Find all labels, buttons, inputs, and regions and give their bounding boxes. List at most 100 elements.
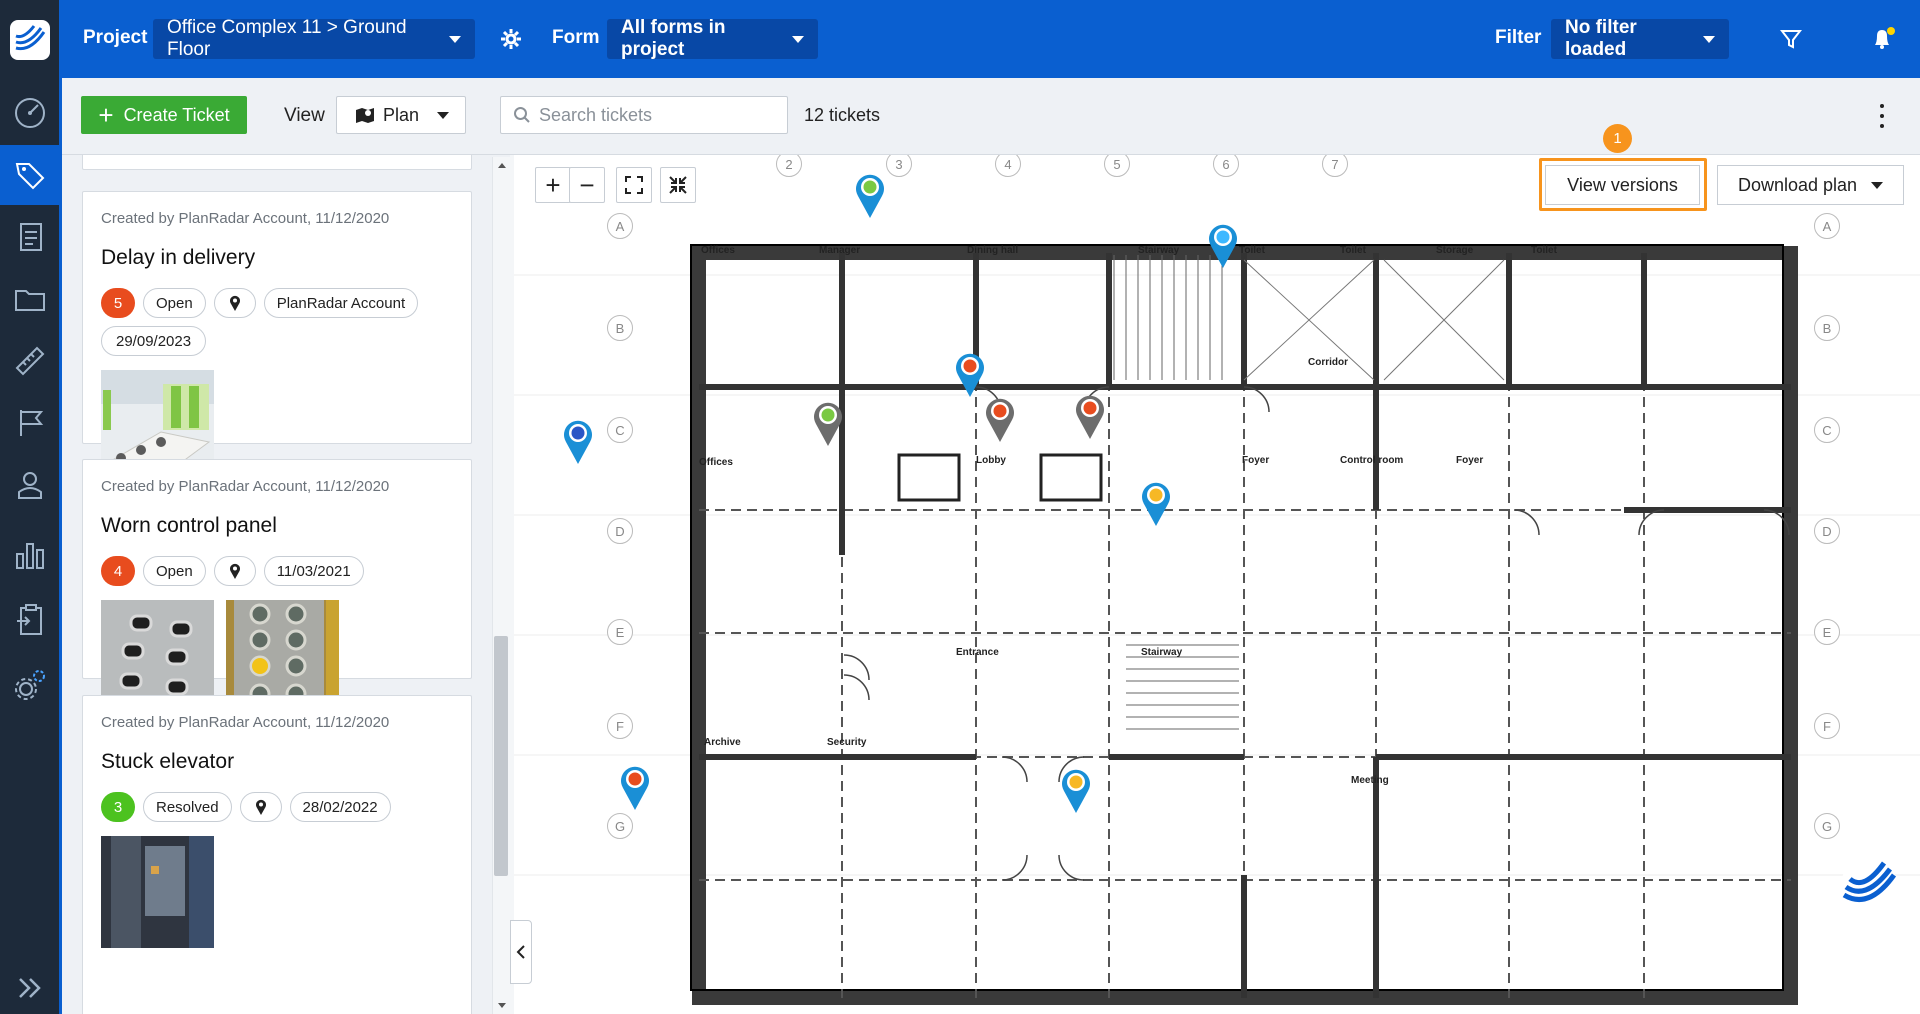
form-value: All forms in project — [621, 17, 726, 60]
clipboard-icon[interactable] — [0, 590, 59, 650]
list-scrollbar-track[interactable] — [492, 157, 510, 1014]
view-selector[interactable]: Plan — [336, 96, 466, 134]
plan-view[interactable]: + − View versions Download plan AABBCCDD… — [514, 155, 1920, 1014]
ticket-title: Stuck elevator — [101, 750, 235, 773]
ticket-card[interactable]: Created by PlanRadar Account, 11/12/2020… — [82, 191, 472, 482]
ticket-pin-icon[interactable] — [1207, 222, 1239, 268]
ticket-pin-icon[interactable] — [1060, 767, 1092, 813]
axis-row-label: E — [1814, 619, 1840, 645]
axis-row-label: C — [607, 417, 633, 443]
ticket-pin-icon[interactable] — [562, 418, 594, 464]
status-badge: Resolved — [143, 792, 232, 822]
tickets-icon[interactable] — [0, 145, 59, 205]
list-scrollbar-thumb[interactable] — [494, 636, 508, 876]
project-label: Project — [83, 27, 148, 48]
axis-row-label: G — [1814, 813, 1840, 839]
user-icon[interactable] — [0, 455, 59, 515]
axis-row-label: D — [607, 518, 633, 544]
room-label: Archive — [704, 737, 741, 748]
dashboard-icon[interactable] — [0, 83, 59, 143]
forms-icon[interactable] — [0, 207, 59, 267]
collapse-list-button[interactable] — [510, 920, 532, 984]
statistics-icon[interactable] — [0, 525, 59, 585]
bell-icon[interactable] — [1870, 26, 1898, 52]
map-icon — [355, 106, 375, 124]
pin-icon[interactable] — [213, 556, 256, 586]
ticket-pin-icon[interactable] — [954, 351, 986, 397]
chevron-down-icon — [437, 111, 450, 119]
download-plan-label: Download plan — [1737, 174, 1858, 195]
room-label: Foyer — [1242, 455, 1270, 466]
measure-icon[interactable] — [0, 331, 59, 391]
step-number-badge: 1 — [1603, 124, 1632, 153]
ticket-pin-icon[interactable] — [1140, 480, 1172, 526]
form-selector[interactable]: All forms in project — [607, 17, 818, 60]
assignee-chip: PlanRadar Account — [263, 288, 419, 318]
filter-value: No filter loaded — [1565, 17, 1637, 60]
expand-sidebar-icon[interactable] — [0, 958, 59, 1014]
room-label: Entrance — [956, 647, 999, 658]
settings-icon[interactable] — [0, 655, 59, 715]
room-label: Stairway — [1138, 245, 1180, 256]
ticket-photo[interactable] — [101, 836, 214, 948]
zoom-out-button[interactable]: − — [569, 167, 605, 203]
chevron-down-icon — [1703, 35, 1715, 43]
collapse-view-button[interactable] — [660, 167, 696, 203]
ticket-card[interactable]: Created by PlanRadar Account, 11/12/2020… — [82, 695, 472, 1014]
flag-icon[interactable] — [0, 393, 59, 453]
ticket-pin-icon[interactable] — [984, 396, 1016, 442]
room-label: Toilet — [1239, 245, 1265, 256]
due-date-chip: 28/02/2022 — [289, 792, 391, 822]
sidebar — [0, 0, 62, 1014]
room-label: Offices — [701, 245, 735, 256]
create-ticket-button[interactable]: + Create Ticket — [81, 96, 247, 134]
search-icon — [513, 106, 531, 124]
ticket-title: Worn control panel — [101, 514, 277, 537]
ticket-pin-icon[interactable] — [812, 400, 844, 446]
priority-badge: 4 — [101, 556, 135, 586]
ticket-pin-icon[interactable] — [619, 764, 651, 810]
view-label: View — [284, 105, 325, 126]
chevron-down-icon — [449, 35, 461, 43]
room-label: Foyer — [1456, 455, 1484, 466]
floor-plan[interactable] — [514, 155, 1920, 1014]
search-placeholder: Search tickets — [539, 104, 653, 125]
planradar-logo[interactable] — [0, 10, 59, 70]
axis-row-label: B — [1814, 315, 1840, 341]
axis-row-label: F — [1814, 713, 1840, 739]
ticket-pin-icon[interactable] — [1074, 393, 1106, 439]
room-label: Toilet — [1531, 245, 1557, 256]
funnel-icon[interactable] — [1780, 28, 1802, 50]
documents-icon[interactable] — [0, 269, 59, 329]
highlight-frame — [1539, 158, 1707, 211]
pin-icon[interactable] — [213, 288, 256, 318]
room-label: Dining hall — [967, 245, 1019, 256]
plus-icon: + — [98, 100, 114, 130]
room-label: Offices — [699, 457, 733, 468]
zoom-in-button[interactable]: + — [535, 167, 571, 203]
fit-to-screen-button[interactable] — [616, 167, 652, 203]
view-value: Plan — [383, 104, 420, 125]
axis-row-label: C — [1814, 417, 1840, 443]
room-label: Meeting — [1351, 775, 1389, 786]
room-label: Lobby — [976, 455, 1006, 466]
project-selector[interactable]: Office Complex 11 > Ground Floor — [153, 17, 475, 60]
ticket-meta: Created by PlanRadar Account, 11/12/2020 — [101, 478, 390, 495]
project-value: Office Complex 11 > Ground Floor — [167, 17, 407, 60]
filter-selector[interactable]: No filter loaded — [1551, 17, 1729, 60]
chevron-down-icon — [792, 35, 804, 43]
tickets-count: 12 tickets — [804, 105, 881, 125]
top-header: Project Office Complex 11 > Ground Floor… — [62, 0, 1920, 78]
ticket-card[interactable]: Created by PlanRadar Account, 11/12/2020… — [82, 459, 472, 712]
ticket-meta: Created by PlanRadar Account, 11/12/2020 — [101, 714, 390, 731]
ticket-card[interactable] — [82, 155, 472, 170]
planradar-assistant-icon[interactable] — [1834, 855, 1904, 925]
due-date-chip: 11/03/2021 — [263, 556, 364, 586]
download-plan-button[interactable]: Download plan — [1717, 165, 1904, 205]
room-label: Manager — [819, 245, 861, 256]
gear-icon[interactable] — [499, 27, 523, 51]
ticket-pin-icon[interactable] — [854, 172, 886, 218]
search-input[interactable]: Search tickets — [500, 96, 788, 134]
more-options-icon[interactable] — [1872, 104, 1892, 128]
pin-icon[interactable] — [239, 792, 282, 822]
